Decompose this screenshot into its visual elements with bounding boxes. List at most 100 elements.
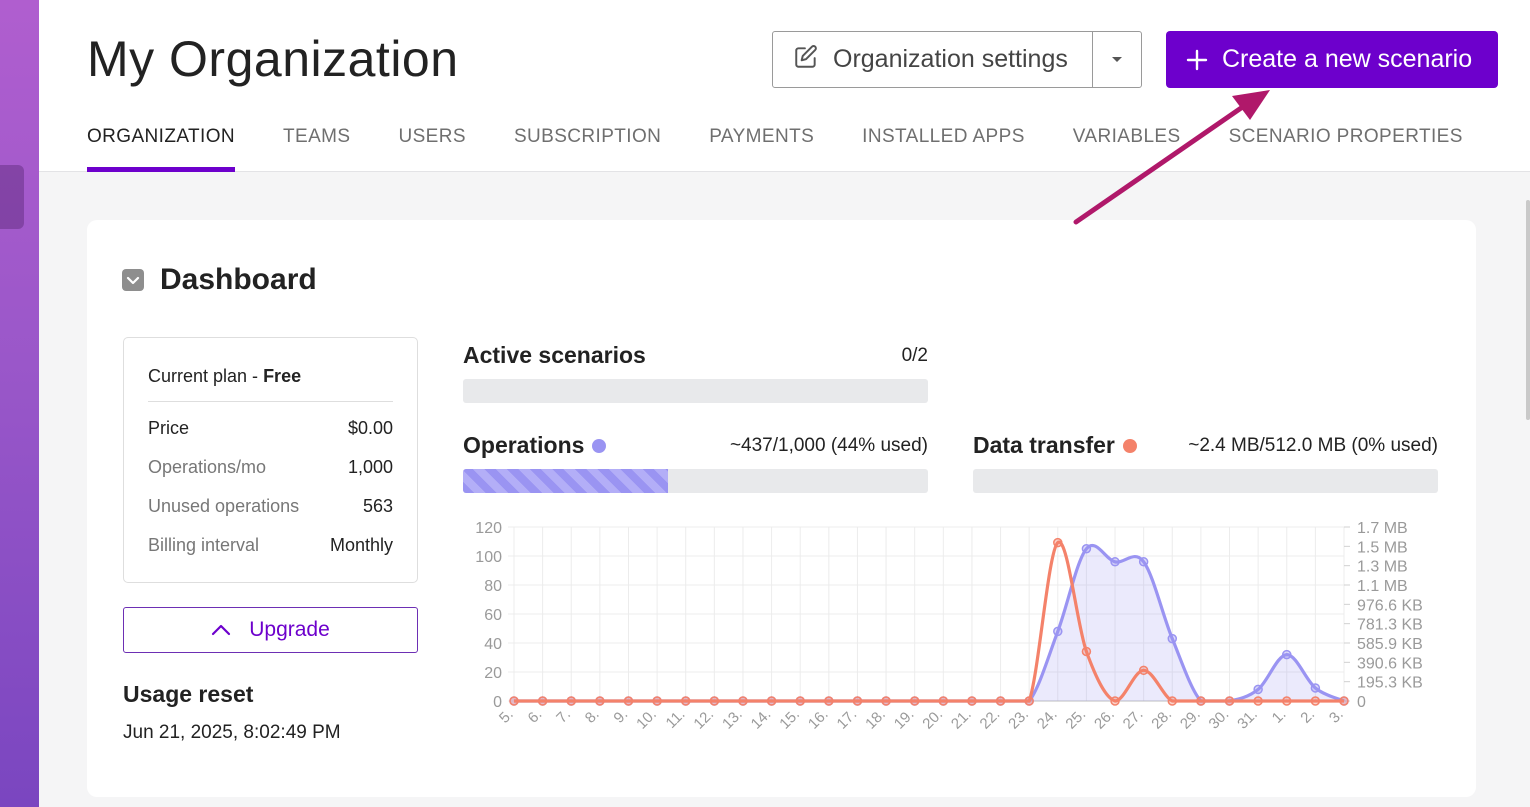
chart-left-tick-label: 20 xyxy=(484,665,502,682)
chart-operations-point xyxy=(1053,626,1063,637)
tab-organization[interactable]: ORGANIZATION xyxy=(87,126,236,172)
chart-left-tick-label: 100 xyxy=(475,549,502,566)
tab-installed-apps[interactable]: INSTALLED APPS xyxy=(862,126,1025,172)
left-sidebar xyxy=(0,0,39,807)
chart-right-tick-label: 0 xyxy=(1357,694,1366,711)
usage-chart-svg: 0 20 40 60 80 100 120 0 195.3 KB 390.6 KB 585.9 KB… xyxy=(475,520,1423,733)
chart-x-tick-label: 22. xyxy=(977,706,1004,733)
tab-subscription[interactable]: SUBSCRIPTION xyxy=(514,126,661,172)
chart-x-tick-label: 1. xyxy=(1269,706,1290,727)
plan-row-value: $0.00 xyxy=(347,418,393,438)
chart-data-transfer-point xyxy=(824,696,834,706)
chart-data-transfer-point xyxy=(537,696,548,706)
operations-legend-dot xyxy=(592,438,607,453)
dashboard-card: Dashboard Current plan - Free Price $0.0… xyxy=(87,220,1476,797)
edit-icon xyxy=(793,44,819,75)
chart-operations-point xyxy=(1282,649,1292,660)
chart-data-transfer-point xyxy=(1339,696,1349,706)
chart-x-tick-label: 24. xyxy=(1034,706,1061,733)
chart-data-transfer-point xyxy=(595,696,605,706)
chart-x-tick-label: 2. xyxy=(1297,706,1318,727)
chart-x-tick-label: 15. xyxy=(776,706,803,733)
chart-data-transfer-point xyxy=(1024,696,1034,706)
tab-payments[interactable]: PAYMENTS xyxy=(709,126,814,172)
upgrade-label: Upgrade xyxy=(249,618,330,641)
chart-x-tick-label: 18. xyxy=(862,706,889,733)
current-plan-box: Current plan - Free Price $0.00 Operatio… xyxy=(123,337,418,583)
chart-data-transfer-point xyxy=(738,696,748,706)
chart-x-tick-label: 21. xyxy=(948,706,975,733)
plan-row-key: Price xyxy=(148,418,190,438)
chart-x-tick-label: 23. xyxy=(1005,706,1032,733)
chart-data-transfer-point xyxy=(766,696,777,706)
tab-teams[interactable]: TEAMS xyxy=(283,126,350,172)
chart-data-transfer-point xyxy=(623,696,634,706)
chart-data-transfer-line xyxy=(514,540,1344,703)
scrollbar[interactable] xyxy=(1526,200,1530,420)
chart-right-tick-label: 585.9 KB xyxy=(1357,636,1423,653)
chart-data-transfer-point xyxy=(709,696,720,706)
plan-row-value: 563 xyxy=(362,496,393,516)
current-plan-name: Free xyxy=(263,366,302,386)
chart-operations-point xyxy=(1081,544,1092,554)
operations-bar-fill xyxy=(463,469,668,493)
chart-data-transfer-point xyxy=(1224,696,1235,706)
operations-title: Operations xyxy=(463,432,607,459)
organization-settings-dropdown[interactable] xyxy=(1093,32,1141,87)
collapse-icon[interactable] xyxy=(122,269,144,291)
chart-data-transfer-point xyxy=(795,696,805,706)
chart-right-tick-label: 195.3 KB xyxy=(1357,675,1423,692)
usage-chart: 0 20 40 60 80 100 120 0 195.3 KB 390.6 KB 585.9 KB… xyxy=(464,515,1454,755)
chart-operations-line xyxy=(514,543,1345,703)
operations-bar xyxy=(463,469,928,493)
chart-data-transfer-point xyxy=(938,696,949,706)
chart-x-tick-label: 30. xyxy=(1206,706,1233,733)
active-scenarios-bar xyxy=(463,379,928,403)
chart-data-transfer-point xyxy=(509,696,519,706)
chart-operations-point xyxy=(1167,633,1178,644)
chart-x-tick-label: 3. xyxy=(1326,706,1347,727)
chart-x-tick-label: 8. xyxy=(582,706,603,727)
chart-data-transfer-point xyxy=(566,696,576,706)
plan-row-unused-operations: Unused operations 563 xyxy=(148,496,393,519)
data-transfer-bar xyxy=(973,469,1438,493)
chart-data-transfer-point xyxy=(967,696,977,706)
chart-data-transfer-point xyxy=(1310,696,1321,706)
tab-users[interactable]: USERS xyxy=(398,126,465,172)
chart-right-tick-label: 390.6 KB xyxy=(1357,655,1423,672)
chart-left-tick-label: 0 xyxy=(493,694,502,711)
upgrade-button[interactable]: Upgrade xyxy=(123,607,418,653)
usage-reset-title: Usage reset xyxy=(123,681,254,707)
sidebar-tab[interactable] xyxy=(0,165,24,229)
chart-x-tick-label: 31. xyxy=(1234,706,1261,733)
chart-x-tick-label: 9. xyxy=(610,706,631,727)
chart-left-tick-label: 40 xyxy=(484,636,502,653)
chart-left-tick-label: 120 xyxy=(475,520,502,537)
chart-x-tick-label: 27. xyxy=(1120,706,1147,733)
active-scenarios-value: 0/2 xyxy=(901,345,928,366)
chart-data-transfer-point xyxy=(680,696,691,706)
plan-row-value: 1,000 xyxy=(347,457,393,477)
chart-x-tick-label: 7. xyxy=(553,706,574,727)
dashboard-title: Dashboard xyxy=(160,263,317,296)
organization-settings-split-button: Organization settings xyxy=(772,31,1142,88)
chart-x-tick-label: 20. xyxy=(919,706,946,733)
organization-settings-button[interactable]: Organization settings xyxy=(773,32,1093,87)
plan-row-key: Billing interval xyxy=(148,535,260,555)
caret-down-icon xyxy=(1112,56,1122,62)
tab-scenario-properties[interactable]: SCENARIO PROPERTIES xyxy=(1229,126,1463,172)
plan-row-operations: Operations/mo 1,000 xyxy=(148,457,393,480)
usage-reset-date: Jun 21, 2025, 8:02:49 PM xyxy=(123,722,341,743)
active-scenarios-title: Active scenarios xyxy=(463,342,646,369)
plan-row-price: Price $0.00 xyxy=(148,418,393,441)
create-scenario-button[interactable]: Create a new scenario xyxy=(1166,31,1498,88)
chart-data-transfer-point xyxy=(881,696,891,706)
create-scenario-label: Create a new scenario xyxy=(1222,45,1473,73)
tab-variables[interactable]: VARIABLES xyxy=(1073,126,1181,172)
chart-x-tick-label: 17. xyxy=(834,706,861,733)
chart-x-tick-label: 25. xyxy=(1062,706,1089,733)
plan-row-key: Operations/mo xyxy=(148,457,267,477)
dashboard-header[interactable]: Dashboard xyxy=(122,263,317,297)
chart-x-tick-label: 26. xyxy=(1091,706,1118,733)
plan-row-billing-interval: Billing interval Monthly xyxy=(148,535,393,558)
